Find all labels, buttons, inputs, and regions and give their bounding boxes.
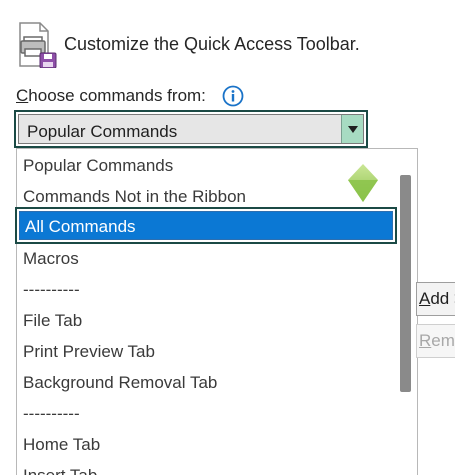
chevron-down-icon	[348, 126, 358, 133]
dropdown-item-file-tab[interactable]: File Tab	[23, 306, 82, 336]
choose-commands-combobox[interactable]: Popular Commands	[14, 110, 368, 148]
remove-accel: R	[419, 331, 432, 350]
selected-highlight: All Commands	[19, 211, 393, 240]
remove-button[interactable]: Rem	[416, 324, 455, 358]
info-icon[interactable]	[222, 85, 244, 107]
dropdown-item-macros[interactable]: Macros	[23, 244, 79, 274]
choose-commands-label-text: hoose commands from:	[28, 86, 206, 105]
add-accel: A	[419, 289, 431, 308]
add-label: dd >	[430, 289, 455, 308]
combobox-field[interactable]: Popular Commands	[18, 114, 364, 144]
choose-commands-accel: C	[16, 86, 29, 105]
combobox-value: Popular Commands	[27, 122, 178, 141]
dropdown-item-insert-tab[interactable]: Insert Tab	[23, 461, 97, 475]
combobox-dropdown-button[interactable]	[341, 115, 363, 143]
remove-label: em	[431, 331, 455, 350]
dropdown-separator[interactable]: ----------	[23, 275, 80, 305]
toolbar-printer-save-icon	[16, 22, 60, 69]
dropdown-item-home-tab[interactable]: Home Tab	[23, 430, 100, 460]
dropdown-item-all-commands[interactable]: All Commands	[15, 207, 397, 244]
dropdown-item-print-preview-tab[interactable]: Print Preview Tab	[23, 337, 155, 367]
customize-qat-panel: Customize the Quick Access Toolbar. Choo…	[0, 0, 455, 475]
dropdown-scrollbar-thumb[interactable]	[400, 175, 411, 392]
dropdown-item-popular-commands[interactable]: Popular Commands	[23, 151, 173, 181]
dropdown-item-background-removal-tab[interactable]: Background Removal Tab	[23, 368, 217, 398]
add-button[interactable]: Add >	[416, 282, 455, 316]
choose-commands-label: Choose commands from:	[16, 86, 206, 106]
dropdown-separator[interactable]: ----------	[23, 399, 80, 429]
header-title: Customize the Quick Access Toolbar.	[64, 34, 360, 54]
dropdown-item-label: All Commands	[25, 217, 136, 236]
green-down-arrow-icon	[340, 160, 386, 206]
